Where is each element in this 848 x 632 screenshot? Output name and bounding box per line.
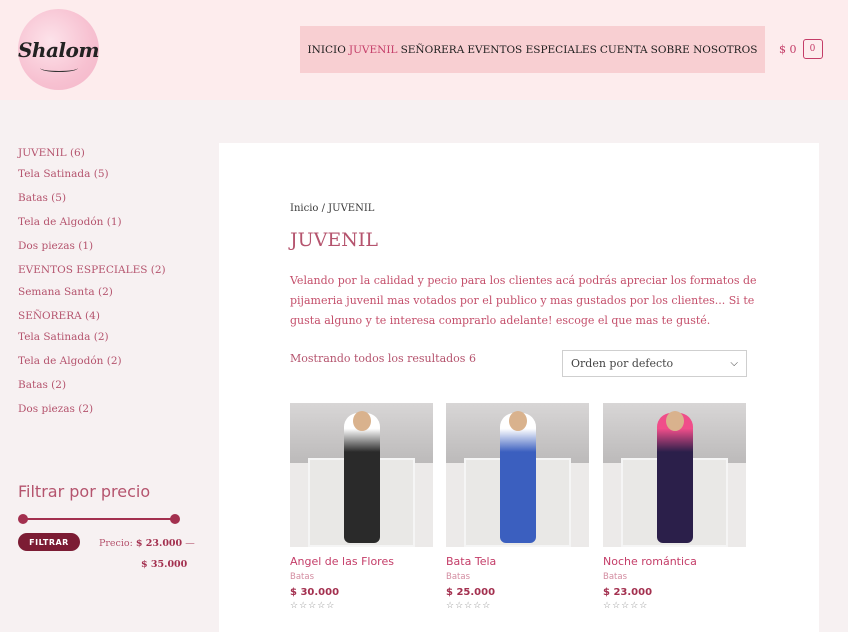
product-category[interactable]: Batas <box>290 572 433 582</box>
product-name[interactable]: Bata Tela <box>446 555 589 568</box>
site-logo[interactable]: Shalom <box>17 9 100 90</box>
logo-flourish <box>40 64 78 72</box>
page-title: JUVENIL <box>290 229 378 251</box>
rating-stars-icon: ☆☆☆☆☆ <box>446 601 492 611</box>
product-image[interactable] <box>446 403 589 547</box>
category-link[interactable]: Tela de Algodón (1) <box>18 216 122 229</box>
product-image[interactable] <box>290 403 433 547</box>
category-link[interactable]: JUVENIL (6) <box>18 147 85 160</box>
nav-item-eventos-especiales[interactable]: EVENTOS ESPECIALES <box>467 44 596 56</box>
rating-stars-icon: ☆☆☆☆☆ <box>603 601 649 611</box>
filter-button[interactable]: FILTRAR <box>18 533 80 551</box>
category-link[interactable]: Batas (5) <box>18 192 66 205</box>
price-filter-title: Filtrar por precio <box>18 482 151 501</box>
price-min: $ 23.000 <box>135 538 183 549</box>
cart-total[interactable]: $ 0 <box>779 43 797 56</box>
product-price: $ 30.000 <box>290 587 340 598</box>
image-head <box>665 411 684 431</box>
product-price: $ 25.000 <box>446 587 496 598</box>
category-link[interactable]: Tela Satinada (2) <box>18 331 109 344</box>
product-card[interactable]: Noche romántica Batas $ 23.000 ☆☆☆☆☆ <box>603 403 746 611</box>
price-range-text: Precio: $ 23.000 — <box>99 538 195 549</box>
image-dress <box>343 413 380 543</box>
category-description: Velando por la calidad y pecio para los … <box>290 274 757 327</box>
category-link[interactable]: Batas (2) <box>18 379 66 392</box>
logo-text: Shalom <box>17 37 100 62</box>
slider-min-handle[interactable] <box>18 514 28 524</box>
chevron-down-icon: ⌵ <box>730 358 738 369</box>
nav-item-juvenil[interactable]: JUVENIL <box>349 44 398 56</box>
nav-item-senorera[interactable]: SEÑORERA <box>401 44 465 56</box>
product-category[interactable]: Batas <box>603 572 746 582</box>
category-link[interactable]: Dos piezas (2) <box>18 403 93 416</box>
image-dress <box>656 413 693 543</box>
product-card[interactable]: Angel de las Flores Batas $ 30.000 ☆☆☆☆☆ <box>290 403 433 611</box>
sort-select[interactable]: Orden por defecto ⌵ <box>562 350 747 377</box>
sort-selected-value: Orden por defecto <box>571 357 674 370</box>
price-max: $ 35.000 <box>141 559 188 570</box>
category-link[interactable]: EVENTOS ESPECIALES (2) <box>18 264 166 277</box>
price-range-slider[interactable] <box>18 512 180 526</box>
slider-max-handle[interactable] <box>170 514 180 524</box>
category-link[interactable]: Tela de Algodón (2) <box>18 355 122 368</box>
price-separator: — <box>185 538 195 549</box>
product-name[interactable]: Angel de las Flores <box>290 555 433 568</box>
image-head <box>508 411 527 431</box>
product-image[interactable] <box>603 403 746 547</box>
product-price: $ 23.000 <box>603 587 653 598</box>
image-dress <box>499 413 536 543</box>
site-header: Shalom INICIO JUVENIL SEÑORERA EVENTOS E… <box>0 0 848 100</box>
nav-item-sobre-nosotros[interactable]: SOBRE NOSOTROS <box>651 44 758 56</box>
price-prefix: Precio: <box>99 538 133 549</box>
category-link[interactable]: SEÑORERA (4) <box>18 310 100 323</box>
product-card[interactable]: Bata Tela Batas $ 25.000 ☆☆☆☆☆ <box>446 403 589 611</box>
main-content: Inicio / JUVENIL JUVENIL Velando por la … <box>219 143 819 632</box>
category-link[interactable]: Dos piezas (1) <box>18 240 93 253</box>
main-nav: INICIO JUVENIL SEÑORERA EVENTOS ESPECIAL… <box>300 26 765 73</box>
cart-icon[interactable]: 0 <box>802 39 823 59</box>
nav-item-cuenta[interactable]: CUENTA <box>600 44 648 56</box>
category-link[interactable]: Semana Santa (2) <box>18 286 113 299</box>
slider-track <box>24 518 174 520</box>
breadcrumb: Inicio / JUVENIL <box>290 203 375 214</box>
product-category[interactable]: Batas <box>446 572 589 582</box>
result-count: Mostrando todos los resultados 6 <box>290 352 476 365</box>
product-name[interactable]: Noche romántica <box>603 555 746 568</box>
nav-item-inicio[interactable]: INICIO <box>308 44 346 56</box>
image-head <box>352 411 371 431</box>
category-link[interactable]: Tela Satinada (5) <box>18 168 109 181</box>
cart-widget[interactable]: $ 0 0 <box>779 39 823 59</box>
rating-stars-icon: ☆☆☆☆☆ <box>290 601 336 611</box>
price-max-line: $ 35.000 <box>141 559 187 570</box>
